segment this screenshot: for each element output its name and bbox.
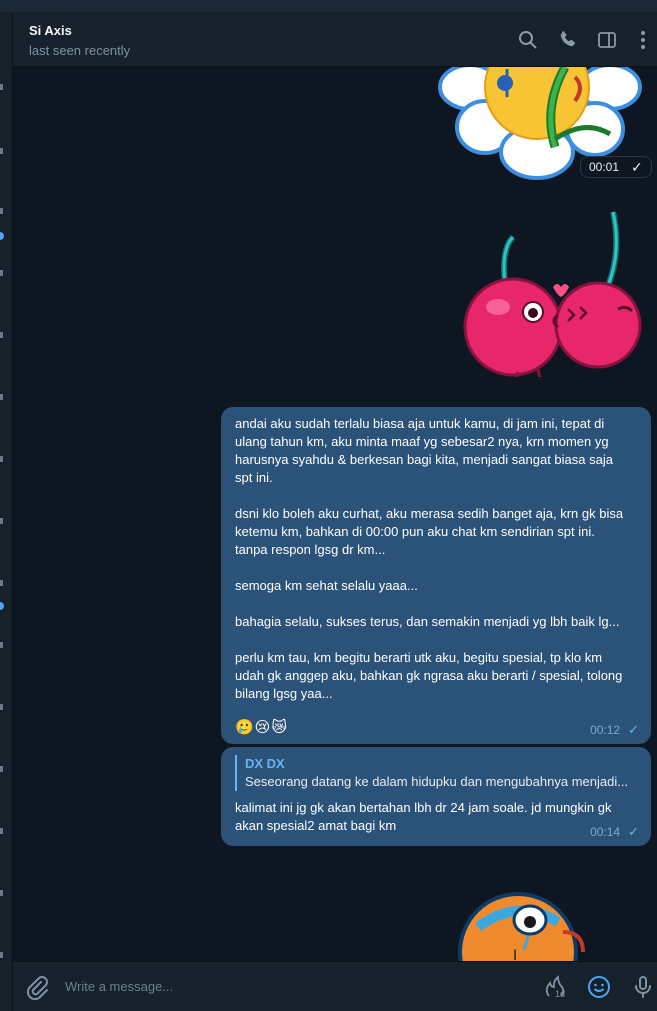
message-list[interactable]: 00:01 ✓ andai aku sudah terlalu biasa aj… [13, 67, 657, 961]
chat-list-marker [0, 580, 3, 586]
outgoing-reply-message[interactable]: DX DX Seseorang datang ke dalam hidupku … [221, 747, 651, 846]
unread-dot [0, 602, 4, 610]
chat-title[interactable]: Si Axis [29, 23, 72, 38]
message-composer[interactable]: Write a message... 1d [13, 961, 657, 1011]
message-paragraph: dsni klo boleh aku curhat, aku merasa se… [235, 506, 624, 557]
cyclops-sticker[interactable]: I [458, 892, 593, 961]
reply-snippet: Seseorang datang ke dalam hidupku dan me… [245, 774, 629, 789]
chat-list-edge [0, 12, 13, 1011]
chat-list-marker [0, 208, 3, 214]
chat-list-marker [0, 952, 3, 958]
timer-badge: 1d [555, 989, 566, 999]
more-vertical-icon[interactable] [631, 28, 655, 52]
emoji-icon[interactable] [586, 974, 612, 1000]
chat-list-marker [0, 148, 3, 154]
unread-dot [0, 232, 4, 240]
window-top-strip [0, 0, 657, 12]
message-meta: 00:14 ✓ [590, 823, 639, 841]
message-paragraph: semoga km sehat selalu yaaa... [235, 578, 418, 593]
message-paragraph: bahagia selalu, sukses terus, dan semaki… [235, 614, 620, 629]
phone-icon[interactable] [556, 28, 580, 52]
message-emojis: 🥲😢😿 [235, 719, 288, 736]
search-icon[interactable] [516, 28, 540, 52]
chat-list-marker [0, 456, 3, 462]
message-meta: 00:12 ✓ [590, 721, 639, 739]
chat-list-marker [0, 642, 3, 648]
read-check-icon: ✓ [631, 158, 643, 175]
reply-preview[interactable]: DX DX Seseorang datang ke dalam hidupku … [235, 755, 637, 791]
message-paragraph: andai aku sudah terlalu biasa aja untuk … [235, 416, 613, 485]
outgoing-message[interactable]: andai aku sudah terlalu biasa aja untuk … [221, 407, 651, 744]
chat-list-marker [0, 704, 3, 710]
chat-list-marker [0, 828, 3, 834]
message-input[interactable]: Write a message... [65, 979, 173, 994]
chat-list-marker [0, 518, 3, 524]
kissing-cherries-sticker[interactable] [458, 207, 648, 385]
message-text: kalimat ini jg gk akan bertahan lbh dr 2… [235, 800, 612, 833]
chat-list-marker [0, 84, 3, 90]
sticker-timestamp: 00:01 ✓ [580, 156, 652, 178]
sticker-time: 00:01 [589, 160, 620, 174]
last-seen-status: last seen recently [29, 43, 131, 58]
message-time: 00:12 [590, 723, 621, 737]
svg-text:I: I [513, 948, 517, 961]
read-check-icon: ✓ [628, 722, 639, 737]
sidebar-toggle-icon[interactable] [595, 28, 619, 52]
message-paragraph: perlu km tau, km begitu berarti utk aku,… [235, 650, 623, 701]
chat-list-marker [0, 270, 3, 276]
chat-list-marker [0, 332, 3, 338]
chat-list-marker [0, 394, 3, 400]
reply-author: DX DX [245, 756, 285, 771]
read-check-icon: ✓ [628, 824, 639, 839]
microphone-icon[interactable] [630, 974, 656, 1000]
chat-header[interactable]: Si Axis last seen recently [13, 12, 657, 67]
message-time: 00:14 [590, 825, 621, 839]
chat-list-marker [0, 766, 3, 772]
chat-list-marker [0, 890, 3, 896]
attach-icon[interactable] [23, 974, 49, 1001]
